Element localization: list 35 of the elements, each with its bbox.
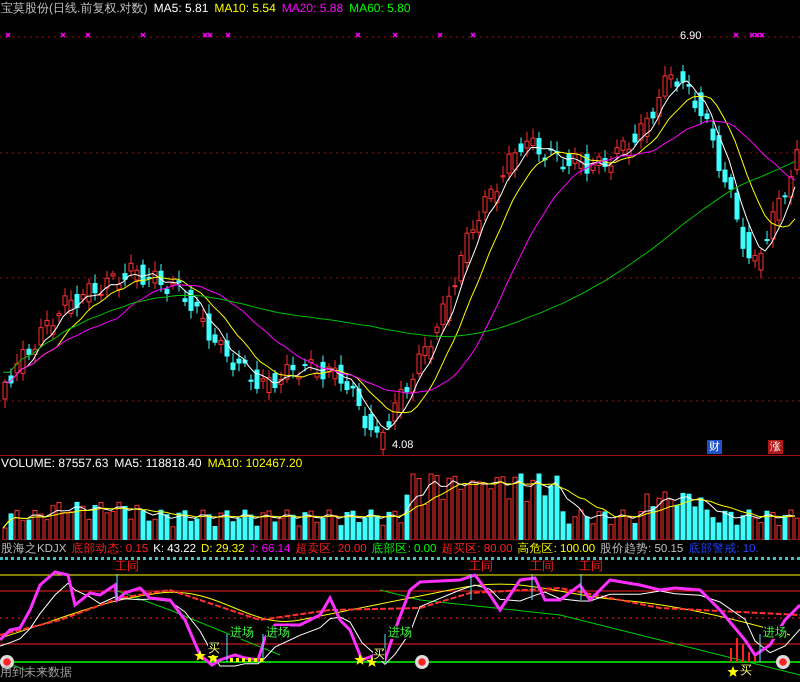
moving-average-reading: MA10: 5.54 (214, 1, 276, 15)
chart-title: 宝莫股份(日线.前复权.对数) (1, 0, 148, 16)
indicator-reading: 股海之KDJX (1, 541, 66, 556)
indicator-reading: 超卖区: 20.00 (295, 542, 367, 556)
indicator-reading: 底部动态: 0.15 (71, 541, 148, 556)
indicator-reading: J: 66.14 (250, 542, 290, 554)
entry-signal-label: 进场 (763, 626, 787, 639)
indicator-reading: K: 43.22 (153, 542, 196, 554)
indicator-reading: 底部区: 0.00 (372, 541, 436, 556)
moving-average-reading: MA5: 5.81 (154, 1, 208, 15)
volume-reading: MA5: 118818.40 (114, 456, 202, 470)
entry-signal-label: 进场 (266, 626, 290, 639)
buy-signal-label: 买 (208, 642, 220, 655)
exit-signal-label: 工同 (530, 560, 554, 573)
volume-reading: VOLUME: 87557.63 (1, 456, 108, 470)
exit-signal-label: 工同 (469, 560, 493, 573)
exit-signal-label: 工同 (579, 560, 603, 573)
indicator-reading: D: 29.32 (201, 542, 245, 554)
info-badge[interactable]: 财 (707, 440, 722, 454)
indicator-reading: 底部警戒: 10. (688, 541, 759, 556)
exit-signal-label: 工同 (115, 560, 139, 573)
future-data-note: 用到未来数据 (0, 664, 72, 681)
moving-average-reading: MA60: 5.80 (349, 1, 410, 15)
indicator-reading: 股价趋势: 50.15 (600, 542, 684, 556)
high-price-label: 6.90 (680, 30, 702, 42)
indicator-reading: 超买区: 80.00 (441, 542, 513, 556)
indicator-reading: 高危区: 100.00 (518, 541, 596, 556)
info-badge[interactable]: 涨 (768, 440, 783, 454)
entry-signal-label: 进场 (388, 626, 412, 639)
buy-signal-label: 买 (373, 648, 385, 661)
low-price-label: 4.08 (392, 439, 414, 451)
entry-signal-label: 进场 (230, 626, 254, 639)
volume-reading: MA10: 102467.20 (208, 456, 302, 470)
moving-average-reading: MA20: 5.88 (282, 1, 344, 15)
buy-signal-label: 买 (740, 664, 752, 677)
